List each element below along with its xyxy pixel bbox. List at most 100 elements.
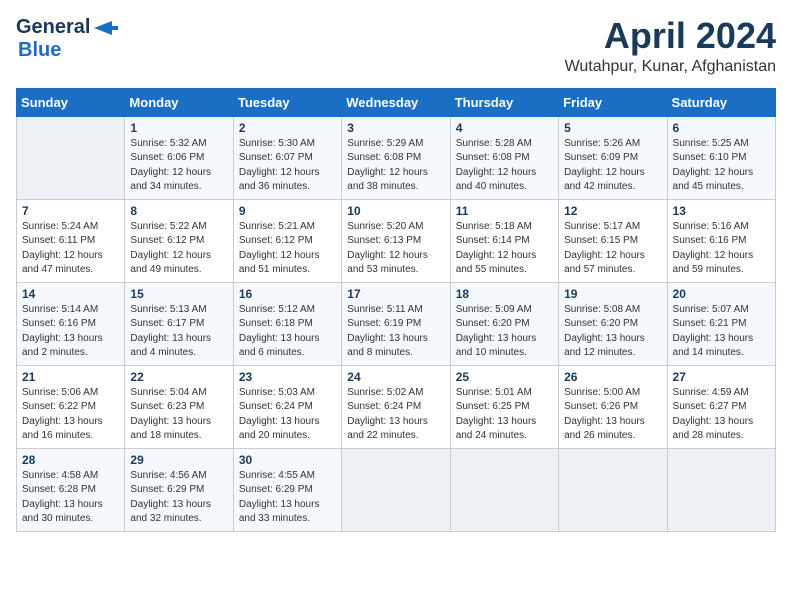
day-number: 25 [456,370,553,384]
day-info: Sunrise: 4:58 AM Sunset: 6:28 PM Dayligh… [22,469,119,527]
calendar-cell: 24Sunrise: 5:02 AM Sunset: 6:24 PM Dayli… [342,365,450,448]
calendar-cell [342,448,450,531]
day-info: Sunrise: 4:56 AM Sunset: 6:29 PM Dayligh… [130,469,227,527]
day-info: Sunrise: 5:24 AM Sunset: 6:11 PM Dayligh… [22,220,119,278]
day-number: 18 [456,287,553,301]
calendar-cell: 26 Sunrise: 5:00 AM Sunset: 6:26 PM Dayli… [559,365,667,448]
calendar-cell [17,116,125,199]
calendar-week-row: 28 Sunrise: 4:58 AM Sunset: 6:28 PM Dayli… [17,448,776,531]
day-number: 27 [673,370,770,384]
day-info: Sunrise: 5:25 AM Sunset: 6:10 PM Dayligh… [673,137,770,195]
day-info: Sunrise: 5:01 AM Sunset: 6:25 PM Dayligh… [456,386,553,444]
calendar-body: 1Sunrise: 5:32 AM Sunset: 6:06 PM Daylig… [17,116,776,531]
calendar-cell: 11 Sunrise: 5:18 AM Sunset: 6:14 PM Dayli… [450,199,558,282]
day-number: 20 [673,287,770,301]
day-number: 7 [22,204,119,218]
weekday-header: Sunday [17,88,125,116]
day-info: Sunrise: 5:09 AM Sunset: 6:20 PM Dayligh… [456,303,553,361]
logo-blue: Blue [18,39,61,62]
day-number: 24 [347,370,444,384]
day-number: 19 [564,287,661,301]
page-header: General Blue April 2024 Wutahpur, Kunar,… [16,16,776,76]
weekday-header: Tuesday [233,88,341,116]
month-title: April 2024 [565,16,776,56]
day-number: 12 [564,204,661,218]
day-info: Sunrise: 5:30 AM Sunset: 6:07 PM Dayligh… [239,137,336,195]
day-number: 15 [130,287,227,301]
day-number: 11 [456,204,553,218]
calendar-cell: 25 Sunrise: 5:01 AM Sunset: 6:25 PM Dayli… [450,365,558,448]
calendar-cell: 17Sunrise: 5:11 AM Sunset: 6:19 PM Dayli… [342,282,450,365]
logo-general: General [16,16,90,39]
weekday-header: Wednesday [342,88,450,116]
day-number: 1 [130,121,227,135]
day-number: 16 [239,287,336,301]
day-info: Sunrise: 4:59 AM Sunset: 6:27 PM Dayligh… [673,386,770,444]
calendar-cell: 10Sunrise: 5:20 AM Sunset: 6:13 PM Dayli… [342,199,450,282]
day-info: Sunrise: 5:06 AM Sunset: 6:22 PM Dayligh… [22,386,119,444]
day-number: 10 [347,204,444,218]
calendar-cell: 29 Sunrise: 4:56 AM Sunset: 6:29 PM Dayli… [125,448,233,531]
day-info: Sunrise: 5:22 AM Sunset: 6:12 PM Dayligh… [130,220,227,278]
logo-arrow-icon [92,19,120,37]
day-info: Sunrise: 5:00 AM Sunset: 6:26 PM Dayligh… [564,386,661,444]
calendar-cell: 27 Sunrise: 4:59 AM Sunset: 6:27 PM Dayli… [667,365,775,448]
day-number: 23 [239,370,336,384]
calendar-cell: 20 Sunrise: 5:07 AM Sunset: 6:21 PM Dayli… [667,282,775,365]
calendar-cell: 3 Sunrise: 5:29 AM Sunset: 6:08 PM Daylig… [342,116,450,199]
day-info: Sunrise: 5:28 AM Sunset: 6:08 PM Dayligh… [456,137,553,195]
day-number: 28 [22,453,119,467]
calendar-cell: 7 Sunrise: 5:24 AM Sunset: 6:11 PM Daylig… [17,199,125,282]
day-info: Sunrise: 5:03 AM Sunset: 6:24 PM Dayligh… [239,386,336,444]
calendar-cell: 8Sunrise: 5:22 AM Sunset: 6:12 PM Daylig… [125,199,233,282]
day-info: Sunrise: 5:17 AM Sunset: 6:15 PM Dayligh… [564,220,661,278]
day-number: 5 [564,121,661,135]
day-info: Sunrise: 5:14 AM Sunset: 6:16 PM Dayligh… [22,303,119,361]
calendar-week-row: 14 Sunrise: 5:14 AM Sunset: 6:16 PM Dayli… [17,282,776,365]
title-section: April 2024 Wutahpur, Kunar, Afghanistan [565,16,776,76]
calendar-cell: 21 Sunrise: 5:06 AM Sunset: 6:22 PM Dayli… [17,365,125,448]
calendar-cell [450,448,558,531]
calendar-cell: 15 Sunrise: 5:13 AM Sunset: 6:17 PM Dayli… [125,282,233,365]
day-number: 21 [22,370,119,384]
calendar-cell: 6 Sunrise: 5:25 AM Sunset: 6:10 PM Daylig… [667,116,775,199]
day-info: Sunrise: 5:26 AM Sunset: 6:09 PM Dayligh… [564,137,661,195]
calendar-cell: 16 Sunrise: 5:12 AM Sunset: 6:18 PM Dayli… [233,282,341,365]
calendar-week-row: 7 Sunrise: 5:24 AM Sunset: 6:11 PM Daylig… [17,199,776,282]
calendar-header-row: SundayMondayTuesdayWednesdayThursdayFrid… [17,88,776,116]
day-number: 3 [347,121,444,135]
calendar-cell: 14 Sunrise: 5:14 AM Sunset: 6:16 PM Dayli… [17,282,125,365]
weekday-header: Monday [125,88,233,116]
day-number: 26 [564,370,661,384]
day-info: Sunrise: 4:55 AM Sunset: 6:29 PM Dayligh… [239,469,336,527]
calendar-cell: 30 Sunrise: 4:55 AM Sunset: 6:29 PM Dayli… [233,448,341,531]
day-info: Sunrise: 5:08 AM Sunset: 6:20 PM Dayligh… [564,303,661,361]
calendar-week-row: 21 Sunrise: 5:06 AM Sunset: 6:22 PM Dayli… [17,365,776,448]
day-info: Sunrise: 5:16 AM Sunset: 6:16 PM Dayligh… [673,220,770,278]
location: Wutahpur, Kunar, Afghanistan [565,58,776,76]
weekday-header: Saturday [667,88,775,116]
calendar-cell: 2Sunrise: 5:30 AM Sunset: 6:07 PM Daylig… [233,116,341,199]
calendar-week-row: 1Sunrise: 5:32 AM Sunset: 6:06 PM Daylig… [17,116,776,199]
logo: General Blue [16,16,120,62]
weekday-header: Friday [559,88,667,116]
calendar-cell: 12 Sunrise: 5:17 AM Sunset: 6:15 PM Dayli… [559,199,667,282]
calendar-table: SundayMondayTuesdayWednesdayThursdayFrid… [16,88,776,532]
day-number: 17 [347,287,444,301]
day-info: Sunrise: 5:29 AM Sunset: 6:08 PM Dayligh… [347,137,444,195]
day-info: Sunrise: 5:07 AM Sunset: 6:21 PM Dayligh… [673,303,770,361]
day-number: 14 [22,287,119,301]
day-info: Sunrise: 5:13 AM Sunset: 6:17 PM Dayligh… [130,303,227,361]
calendar-cell: 28 Sunrise: 4:58 AM Sunset: 6:28 PM Dayli… [17,448,125,531]
day-number: 22 [130,370,227,384]
day-info: Sunrise: 5:12 AM Sunset: 6:18 PM Dayligh… [239,303,336,361]
calendar-cell: 5 Sunrise: 5:26 AM Sunset: 6:09 PM Daylig… [559,116,667,199]
calendar-cell: 13Sunrise: 5:16 AM Sunset: 6:16 PM Dayli… [667,199,775,282]
calendar-cell: 4Sunrise: 5:28 AM Sunset: 6:08 PM Daylig… [450,116,558,199]
day-number: 30 [239,453,336,467]
day-info: Sunrise: 5:04 AM Sunset: 6:23 PM Dayligh… [130,386,227,444]
day-number: 6 [673,121,770,135]
calendar-cell: 19 Sunrise: 5:08 AM Sunset: 6:20 PM Dayli… [559,282,667,365]
day-info: Sunrise: 5:18 AM Sunset: 6:14 PM Dayligh… [456,220,553,278]
day-number: 29 [130,453,227,467]
